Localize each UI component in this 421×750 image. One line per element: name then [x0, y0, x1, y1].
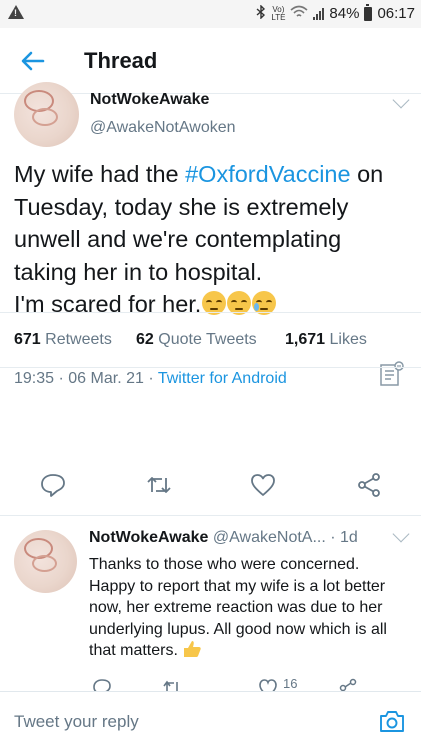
- page-title: Thread: [84, 48, 158, 73]
- arrow-left-icon[interactable]: [18, 46, 48, 76]
- reply-tweet[interactable]: NotWokeAwake @AwakeNotA... · 1d Thanks t…: [0, 516, 421, 692]
- status-bar: ! Vo) LTE 84% 06:17: [0, 0, 421, 28]
- battery-percent: 84%: [329, 5, 360, 22]
- retweets-stat[interactable]: 671 Retweets: [14, 331, 112, 349]
- reply-icon[interactable]: [40, 472, 66, 498]
- retweet-icon[interactable]: [162, 678, 182, 692]
- separator-dot: ·: [330, 529, 336, 546]
- camera-icon[interactable]: [379, 709, 405, 733]
- display-name[interactable]: NotWokeAwake: [90, 91, 209, 109]
- chevron-down-icon[interactable]: [392, 91, 410, 109]
- reply-icon[interactable]: [92, 678, 112, 692]
- chevron-down-icon[interactable]: [392, 525, 410, 543]
- user-handle[interactable]: @AwakeNotA...: [213, 529, 326, 546]
- battery-icon: [364, 3, 373, 21]
- reply-input[interactable]: Tweet your reply: [14, 712, 139, 732]
- share-icon[interactable]: [338, 678, 358, 692]
- hashtag-link[interactable]: #OxfordVaccine: [185, 161, 350, 187]
- tweet-actions: [0, 368, 421, 516]
- reply-header: NotWokeAwake @AwakeNotA... · 1d: [89, 529, 358, 547]
- tweet-age: 1d: [340, 529, 358, 546]
- bluetooth-icon: [256, 4, 266, 22]
- heart-icon[interactable]: [258, 678, 278, 692]
- heart-icon[interactable]: [250, 472, 276, 498]
- signal-icon: [313, 7, 325, 20]
- app-header: Thread: [0, 28, 421, 94]
- display-name[interactable]: NotWokeAwake: [89, 529, 208, 546]
- share-icon[interactable]: [356, 472, 382, 498]
- wifi-icon: [290, 5, 308, 22]
- volte-icon: Vo) LTE: [271, 4, 286, 22]
- tweet-text-part: My wife had the: [14, 161, 186, 187]
- warning-icon: !: [8, 5, 24, 19]
- reply-text-content: Thanks to those who were concerned. Happ…: [89, 556, 387, 659]
- quote-tweets-stat[interactable]: 62 Quote Tweets: [136, 331, 257, 349]
- avatar[interactable]: [14, 530, 77, 593]
- thumbs-up-emoji: [182, 640, 202, 658]
- tweet-stats: 671 Retweets 62 Quote Tweets 1,671 Likes: [0, 312, 421, 368]
- user-handle[interactable]: @AwakeNotAwoken: [90, 119, 236, 137]
- likes-stat[interactable]: 1,671 Likes: [285, 331, 367, 349]
- retweet-icon[interactable]: [146, 472, 172, 498]
- like-count: 16: [283, 676, 298, 691]
- compose-bar: Tweet your reply: [0, 691, 421, 750]
- reply-text: Thanks to those who were concerned. Happ…: [89, 554, 399, 662]
- clock: 06:17: [377, 5, 415, 22]
- avatar[interactable]: [14, 82, 79, 147]
- tweet-text: My wife had the #OxfordVaccine on Tuesda…: [14, 158, 409, 321]
